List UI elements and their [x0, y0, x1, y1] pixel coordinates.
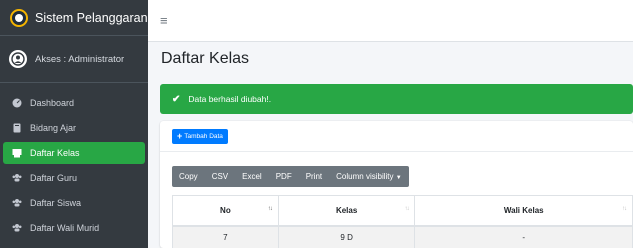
plus-icon: +: [177, 130, 183, 141]
success-alert: ✔ Data berhasil diubah!.: [160, 84, 633, 114]
sidebar: Sistem Pelanggaran Akses : Administrator…: [0, 0, 148, 248]
sidebar-item-label: Daftar Siswa: [30, 198, 82, 208]
sidebar-nav: Dashboard Bidang Ajar Daftar Kelas Dafta…: [0, 83, 148, 239]
sidebar-item-daftar-kelas[interactable]: Daftar Kelas: [3, 142, 145, 164]
top-navbar: ≡: [148, 0, 633, 42]
sidebar-item-daftar-guru[interactable]: Daftar Guru: [3, 167, 145, 189]
column-header-no[interactable]: No ↑↓: [172, 195, 279, 227]
column-header-label: No: [220, 205, 231, 215]
card-header: + Tambah Data: [160, 121, 633, 152]
table-cell-wali-kelas: -: [414, 225, 633, 248]
column-header-kelas[interactable]: Kelas ↑↓: [278, 195, 416, 227]
dashboard-icon: [12, 98, 22, 108]
table-header-row: No ↑↓ Kelas ↑↓ Wali Kelas ↑↓: [172, 195, 633, 227]
check-icon: ✔: [172, 93, 181, 105]
sort-icon: ↑↓: [404, 206, 409, 212]
add-data-label: Tambah Data: [184, 132, 223, 140]
sidebar-item-label: Daftar Wali Murid: [30, 223, 100, 233]
export-buttons: Copy CSV Excel PDF Print Column visibili…: [172, 166, 409, 187]
user-circle-icon: [9, 50, 27, 68]
sidebar-item-label: Bidang Ajar: [30, 123, 77, 133]
print-button[interactable]: Print: [299, 172, 329, 181]
sort-icon: ↑↓: [267, 206, 273, 212]
users-icon: [12, 174, 22, 182]
add-data-button[interactable]: + Tambah Data: [172, 128, 228, 144]
class-icon: [12, 149, 22, 158]
table-row: 7 9 D -: [172, 225, 633, 248]
excel-button[interactable]: Excel: [235, 172, 269, 181]
users-icon: [12, 199, 22, 207]
sidebar-item-label: Dashboard: [30, 98, 75, 108]
class-table: No ↑↓ Kelas ↑↓ Wali Kelas ↑↓ 7 9 D -: [172, 195, 633, 248]
table-cell-kelas: 9 D: [278, 225, 416, 248]
table-cell-no: 7: [172, 225, 279, 248]
page-title: Daftar Kelas: [161, 50, 250, 67]
sidebar-item-daftar-siswa[interactable]: Daftar Siswa: [3, 192, 145, 214]
user-panel: Akses : Administrator: [0, 36, 148, 83]
sidebar-item-label: Daftar Guru: [30, 173, 78, 183]
brand-name: Sistem Pelanggaran: [35, 10, 148, 25]
school-logo-icon: [10, 8, 28, 27]
book-icon: [13, 123, 21, 133]
csv-button[interactable]: CSV: [205, 172, 235, 181]
column-header-wali-kelas[interactable]: Wali Kelas ↑↓: [414, 195, 633, 227]
hamburger-icon[interactable]: ≡: [160, 13, 168, 28]
pdf-button[interactable]: PDF: [269, 172, 299, 181]
sort-icon: ↑↓: [622, 206, 627, 212]
column-header-label: Wali Kelas: [503, 205, 544, 215]
copy-button[interactable]: Copy: [172, 172, 205, 181]
class-list-card: + Tambah Data Copy CSV Excel PDF Print C…: [160, 121, 633, 248]
caret-down-icon: ▼: [395, 175, 402, 181]
user-access[interactable]: Akses : Administrator: [35, 54, 124, 65]
column-visibility-button[interactable]: Column visibility ▼: [329, 172, 409, 181]
alert-message: Data berhasil diubah!.: [188, 94, 272, 104]
column-visibility-label: Column visibility: [336, 172, 394, 181]
sidebar-item-daftar-wali-murid[interactable]: Daftar Wali Murid: [3, 217, 145, 239]
sidebar-item-bidang-ajar[interactable]: Bidang Ajar: [3, 117, 145, 139]
column-header-label: Kelas: [335, 205, 358, 215]
sidebar-item-dashboard[interactable]: Dashboard: [3, 92, 145, 114]
users-icon: [12, 224, 22, 232]
brand-link[interactable]: Sistem Pelanggaran: [0, 0, 148, 36]
sidebar-item-label: Daftar Kelas: [30, 148, 80, 158]
